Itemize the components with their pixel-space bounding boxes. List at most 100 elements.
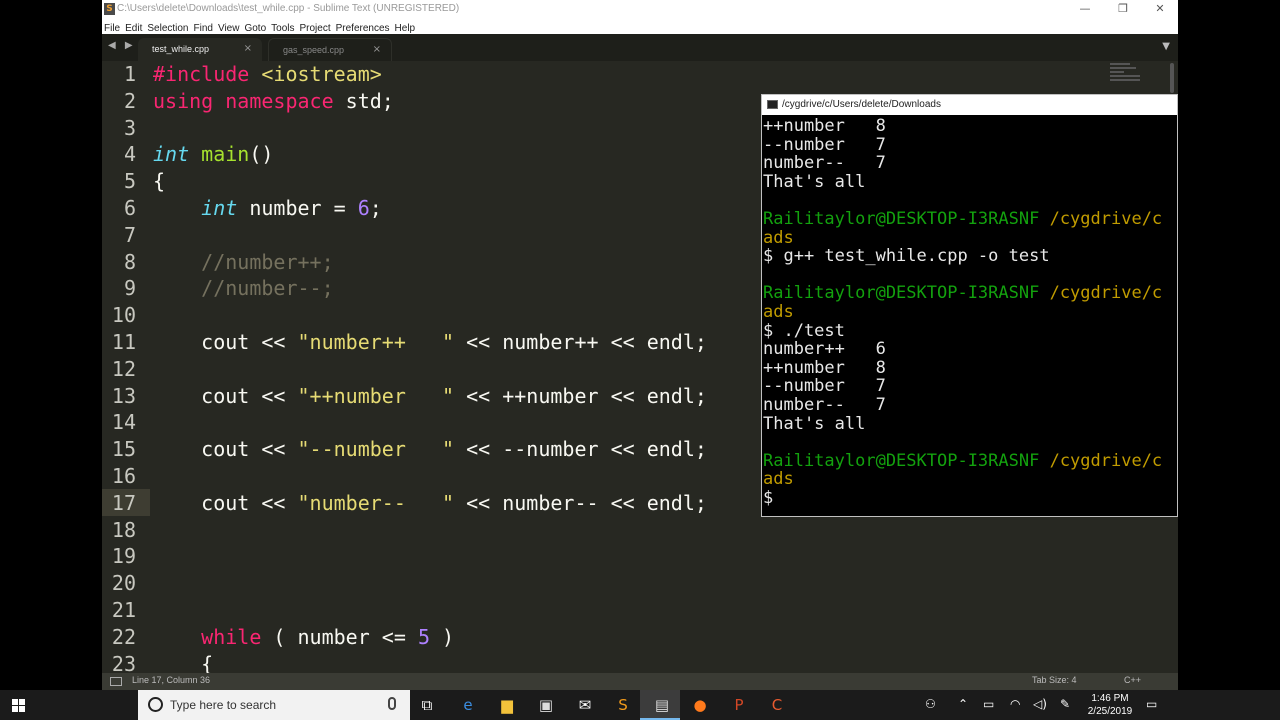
chevron-up-icon[interactable]: ⌃ <box>958 697 968 711</box>
terminal-line: $ g++ test_while.cpp -o test <box>763 246 1050 267</box>
code-line[interactable]: 11 cout << "number++ " << number++ << en… <box>102 329 762 356</box>
people-icon[interactable]: ⚇ <box>925 697 936 711</box>
menu-preferences[interactable]: Preferences <box>336 23 390 34</box>
line-number: 6 <box>123 196 136 220</box>
code-line[interactable]: 15 cout << "--number " << --number << en… <box>102 436 762 463</box>
search-icon <box>148 697 163 712</box>
line-number: 16 <box>111 464 136 488</box>
panel-toggle-icon[interactable] <box>110 677 122 686</box>
prompt-user: Railitaylor@DESKTOP-I3RASNF <box>763 283 1040 304</box>
menu-selection[interactable]: Selection <box>147 23 188 34</box>
firefox-icon[interactable]: ● <box>689 694 711 716</box>
menu-view[interactable]: View <box>218 23 240 34</box>
code-line[interactable]: 9 //number--; <box>102 275 762 302</box>
syntax-mode[interactable]: C++ <box>1124 675 1141 685</box>
wifi-icon[interactable]: ◠ <box>1010 697 1020 711</box>
task-view-icon[interactable]: ⧉ <box>416 694 438 716</box>
menu-goto[interactable]: Goto <box>244 23 266 34</box>
pen-icon[interactable]: ✎ <box>1060 697 1070 711</box>
code-line[interactable]: 17 cout << "number-- " << number-- << en… <box>102 490 762 517</box>
line-number: 1 <box>123 62 136 86</box>
code-line[interactable]: 10 <box>102 302 762 329</box>
code-line[interactable]: 6 int number = 6; <box>102 195 762 222</box>
powerpoint-icon[interactable]: P <box>728 694 750 716</box>
line-number: 5 <box>123 169 136 194</box>
code-line[interactable]: 5{ <box>102 168 762 195</box>
tab-dropdown-icon[interactable]: ▼ <box>1162 41 1170 52</box>
terminal-line: Railitaylor@DESKTOP-I3RASNF /cygdrive/c <box>763 450 1163 471</box>
edge-icon[interactable]: e <box>457 694 479 716</box>
tab-test-while[interactable]: test_while.cpp × <box>138 38 262 61</box>
tab-label: test_while.cpp <box>152 44 210 54</box>
cygwin-terminal-window[interactable]: /cygdrive/c/Users/delete/Downloads ++num… <box>761 94 1178 517</box>
line-number: 19 <box>111 544 136 569</box>
code-line[interactable]: 18 <box>102 517 762 544</box>
code-line[interactable]: 3 <box>102 115 762 142</box>
window-title: C:\Users\delete\Downloads\test_while.cpp… <box>117 3 460 14</box>
code-line[interactable]: 14 <box>102 409 762 436</box>
clock[interactable]: 1:46 PM 2/25/2019 <box>1078 692 1142 718</box>
notification-icon[interactable]: ▭ <box>1146 697 1157 711</box>
menu-project[interactable]: Project <box>300 23 331 34</box>
terminal-line: --number 7 <box>763 376 886 397</box>
terminal-output[interactable]: ++number 8 --number 7 number-- 7 That's all… <box>762 116 1177 516</box>
code-text: while ( number <= 5 ) <box>201 624 455 649</box>
title-bar: S C:\Users\delete\Downloads\test_while.c… <box>102 0 1178 18</box>
code-text: { <box>153 169 166 194</box>
code-line[interactable]: 1 #include <iostream> <box>102 61 762 88</box>
terminal-icon[interactable]: ▤ <box>651 694 673 716</box>
file-explorer-icon[interactable]: ▆ <box>496 694 518 716</box>
cursor-position: Line 17, Column 36 <box>132 675 211 685</box>
letterbox-right <box>1178 0 1280 690</box>
tab-gas-speed[interactable]: gas_speed.cpp × <box>268 38 392 61</box>
menu-edit[interactable]: Edit <box>125 23 142 34</box>
taskbar-search[interactable]: Type here to search <box>138 690 410 720</box>
code-line[interactable]: 12 <box>102 356 762 383</box>
menu-find[interactable]: Find <box>194 23 213 34</box>
code-line[interactable]: 13 cout << "++number " << ++number << en… <box>102 383 762 410</box>
menu-tools[interactable]: Tools <box>271 23 294 34</box>
restore-button[interactable]: ❐ <box>1113 1 1133 17</box>
volume-icon[interactable]: ◁) <box>1033 697 1047 711</box>
code-line[interactable]: 21 <box>102 597 762 624</box>
tab-size[interactable]: Tab Size: 4 <box>1032 675 1077 685</box>
line-number: 11 <box>111 330 136 354</box>
store-icon[interactable]: ▣ <box>535 694 557 716</box>
battery-icon[interactable]: ▭ <box>983 697 994 711</box>
line-number: 17 <box>111 490 136 515</box>
line-number: 20 <box>111 571 136 596</box>
code-text: int main() <box>153 142 274 167</box>
tab-close-icon[interactable]: × <box>373 44 381 55</box>
tab-close-icon[interactable]: × <box>244 43 252 54</box>
scrollbar-thumb[interactable] <box>1170 63 1174 93</box>
minimap[interactable] <box>1110 61 1166 91</box>
code-line[interactable]: 8 //number++; <box>102 249 762 276</box>
code-text: #include <iostream> <box>153 62 382 86</box>
code-line[interactable]: 2 using namespace std; <box>102 88 762 115</box>
sublime-icon[interactable]: S <box>612 694 634 716</box>
code-line[interactable]: 4 int main() <box>102 141 762 168</box>
tab-nav-arrows-icon[interactable]: ◀ ▶ <box>108 40 136 51</box>
code-text: //number++; <box>153 249 334 274</box>
mail-icon[interactable]: ✉ <box>574 694 596 716</box>
close-button[interactable]: ✕ <box>1150 1 1170 17</box>
line-number: 2 <box>123 88 136 113</box>
codecademy-icon[interactable]: C <box>766 694 788 716</box>
tab-bar: ◀ ▶ test_while.cpp × gas_speed.cpp × ▼ <box>102 34 1178 61</box>
windows-start-icon[interactable] <box>0 690 36 720</box>
code-line[interactable]: 22 while ( number <= 5 ) <box>102 624 762 651</box>
minimize-button[interactable]: — <box>1075 1 1095 17</box>
line-number: 7 <box>123 222 136 247</box>
menu-help[interactable]: Help <box>395 23 416 34</box>
terminal-line: ads <box>763 302 794 322</box>
terminal-title-bar: /cygdrive/c/Users/delete/Downloads <box>762 95 1177 115</box>
terminal-title: /cygdrive/c/Users/delete/Downloads <box>782 99 941 110</box>
microphone-icon[interactable] <box>388 697 396 710</box>
prompt-user: Railitaylor@DESKTOP-I3RASNF <box>763 450 1040 471</box>
code-line[interactable]: 19 <box>102 543 762 570</box>
code-line[interactable]: 16 <box>102 463 762 490</box>
code-line[interactable]: 20 <box>102 570 762 597</box>
prompt-path: /cygdrive/c <box>1039 450 1163 471</box>
code-line[interactable]: 7 <box>102 222 762 249</box>
menu-file[interactable]: File <box>104 23 120 34</box>
